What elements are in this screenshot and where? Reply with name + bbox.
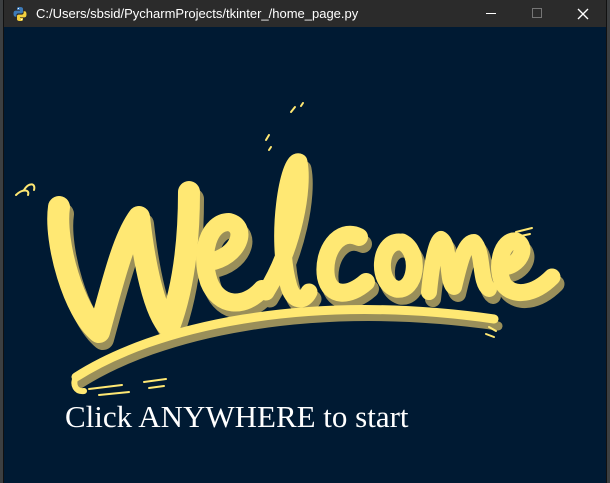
click-to-start-prompt[interactable]: Click ANYWHERE to start	[65, 399, 409, 435]
canvas-area[interactable]: Click ANYWHERE to start	[4, 27, 606, 483]
close-icon	[577, 8, 589, 19]
minimize-button[interactable]	[468, 0, 514, 27]
close-button[interactable]	[560, 0, 606, 27]
title-bar[interactable]: C:/Users/sbsid/PycharmProjects/tkinter_/…	[4, 0, 606, 27]
window-controls	[468, 0, 606, 27]
maximize-button[interactable]	[514, 0, 560, 27]
window-title: C:/Users/sbsid/PycharmProjects/tkinter_/…	[36, 6, 359, 21]
app-window: C:/Users/sbsid/PycharmProjects/tkinter_/…	[4, 0, 606, 483]
python-icon	[12, 6, 28, 22]
maximize-icon	[531, 8, 542, 18]
minimize-icon	[485, 13, 496, 14]
